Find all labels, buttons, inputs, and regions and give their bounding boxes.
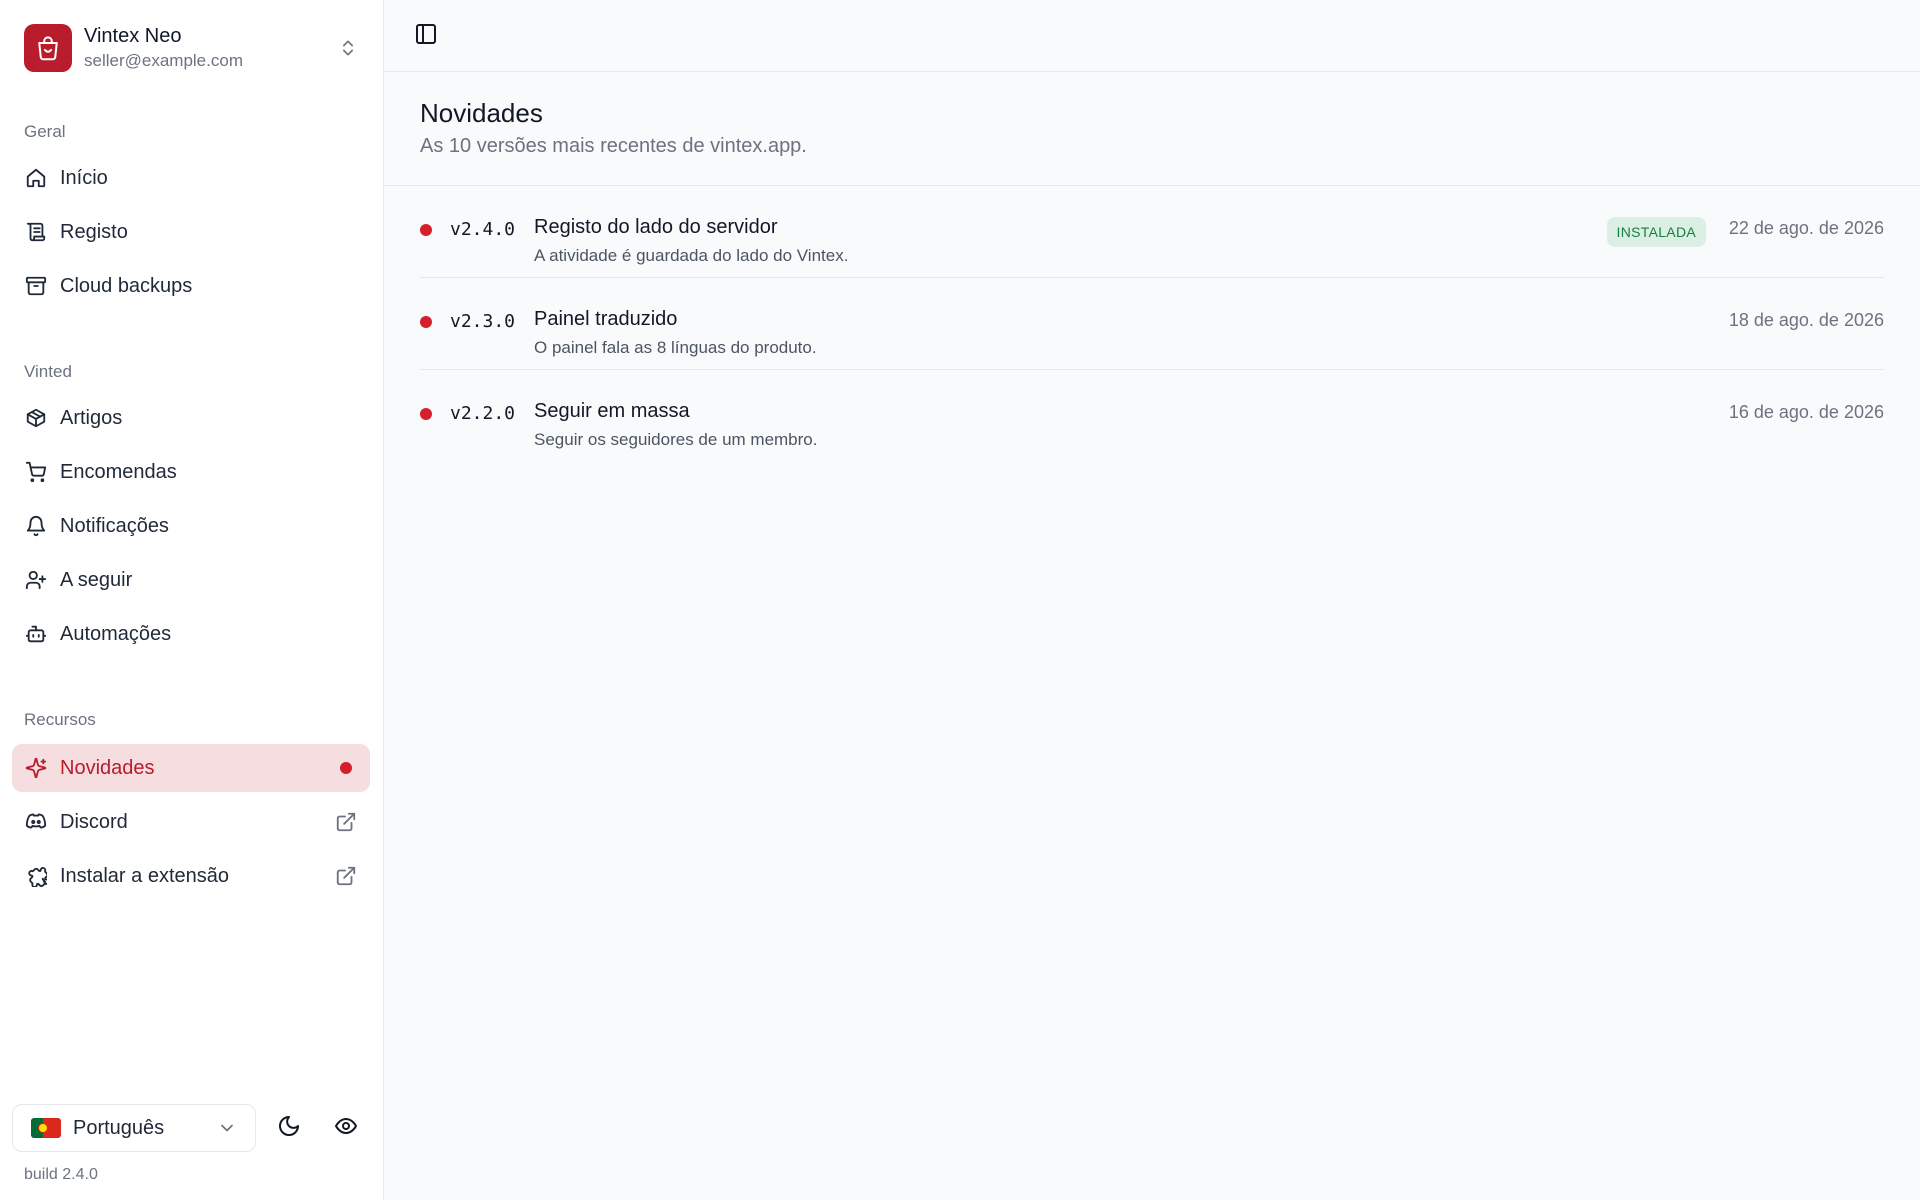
sidebar-item-instalar-extensao[interactable]: Instalar a extensão — [12, 852, 370, 900]
external-link-icon — [334, 864, 358, 888]
sidebar-item-label: A seguir — [60, 568, 133, 591]
release-list: v2.4.0 Registo do lado do servidor A ati… — [384, 186, 1920, 462]
release-version: v2.3.0 — [450, 311, 516, 332]
shopping-bag-logo-icon — [24, 24, 72, 72]
panel-left-icon — [414, 22, 438, 51]
eye-icon — [334, 1114, 358, 1143]
page-header: Novidades As 10 versões mais recentes de… — [384, 72, 1920, 186]
portugal-flag-icon — [31, 1118, 61, 1138]
sidebar-item-label: Discord — [60, 810, 128, 833]
release-description: O painel fala as 8 línguas do produto. — [534, 338, 817, 357]
theme-toggle-button[interactable] — [271, 1110, 307, 1146]
release-date: 22 de ago. de 2026 — [1728, 218, 1884, 238]
sidebar-toggle-button[interactable] — [408, 18, 444, 54]
bot-icon — [24, 622, 48, 646]
release-version: v2.4.0 — [450, 219, 516, 240]
page-subtitle: As 10 versões mais recentes de vintex.ap… — [420, 135, 807, 157]
page-title: Novidades — [420, 98, 543, 128]
section-title-recursos: Recursos — [24, 710, 96, 729]
sidebar-item-inicio[interactable]: Início — [12, 154, 370, 202]
release-description: Seguir os seguidores de um membro. — [534, 430, 818, 449]
sidebar-item-label: Novidades — [60, 756, 155, 779]
release-item: v2.3.0 Painel traduzido O painel fala as… — [420, 278, 1884, 370]
release-version: v2.2.0 — [450, 403, 516, 424]
release-title: Seguir em massa — [534, 400, 690, 422]
section-title-vinted: Vinted — [24, 362, 72, 381]
installed-badge: INSTALADA — [1606, 217, 1706, 247]
release-date: 16 de ago. de 2026 — [1728, 402, 1884, 422]
moon-icon — [277, 1114, 301, 1143]
external-link-icon — [334, 810, 358, 834]
sidebar-item-label: Automações — [60, 622, 172, 645]
sidebar-item-notificacoes[interactable]: Notificações — [12, 502, 370, 550]
sidebar-item-label: Notificações — [60, 514, 169, 537]
account-email: seller@example.com — [84, 51, 243, 70]
puzzle-icon — [24, 864, 48, 888]
sidebar-item-novidades[interactable]: Novidades — [12, 744, 370, 792]
cart-icon — [24, 460, 48, 484]
unread-dot — [420, 316, 432, 328]
chevrons-up-down-icon — [336, 36, 360, 60]
account-name: Vintex Neo — [84, 25, 182, 47]
language-label: Português — [73, 1116, 165, 1139]
unread-dot — [420, 224, 432, 236]
scroll-icon — [24, 220, 48, 244]
sidebar-item-label: Registo — [60, 220, 128, 243]
build-version: build 2.4.0 — [24, 1166, 98, 1183]
top-bar — [384, 0, 1920, 72]
release-description: A atividade é guardada do lado do Vintex… — [534, 246, 849, 265]
sidebar-item-label: Artigos — [60, 406, 123, 429]
discord-icon — [24, 810, 48, 834]
sidebar-item-label: Encomendas — [60, 460, 177, 483]
section-title-geral: Geral — [24, 122, 66, 141]
sidebar-item-label: Instalar a extensão — [60, 864, 229, 887]
release-item: v2.2.0 Seguir em massa Seguir os seguido… — [420, 370, 1884, 462]
release-date: 18 de ago. de 2026 — [1728, 310, 1884, 330]
sidebar-item-discord[interactable]: Discord — [12, 798, 370, 846]
sidebar-item-a-seguir[interactable]: A seguir — [12, 556, 370, 604]
sidebar-item-label: Início — [60, 166, 108, 189]
sidebar-item-registo[interactable]: Registo — [12, 208, 370, 256]
sidebar-item-label: Cloud backups — [60, 274, 193, 297]
home-icon — [24, 166, 48, 190]
release-title: Painel traduzido — [534, 308, 678, 330]
package-icon — [24, 406, 48, 430]
bell-icon — [24, 514, 48, 538]
release-title: Registo do lado do servidor — [534, 216, 778, 238]
main-content: Novidades As 10 versões mais recentes de… — [384, 0, 1920, 1200]
sparkles-icon — [24, 756, 48, 780]
archive-icon — [24, 274, 48, 298]
sidebar-item-artigos[interactable]: Artigos — [12, 394, 370, 442]
sidebar: Vintex Neo seller@example.com Geral Iníc… — [0, 0, 384, 1200]
unread-dot — [420, 408, 432, 420]
sidebar-item-encomendas[interactable]: Encomendas — [12, 448, 370, 496]
release-item: v2.4.0 Registo do lado do servidor A ati… — [420, 186, 1884, 278]
user-plus-icon — [24, 568, 48, 592]
sidebar-item-automacoes[interactable]: Automações — [12, 610, 370, 658]
account-switcher[interactable]: Vintex Neo seller@example.com — [12, 12, 372, 84]
visibility-toggle-button[interactable] — [328, 1110, 364, 1146]
unread-dot — [340, 762, 352, 774]
chevron-down-icon — [215, 1116, 239, 1140]
sidebar-item-cloud-backups[interactable]: Cloud backups — [12, 262, 370, 310]
language-select[interactable]: Português — [12, 1104, 256, 1152]
